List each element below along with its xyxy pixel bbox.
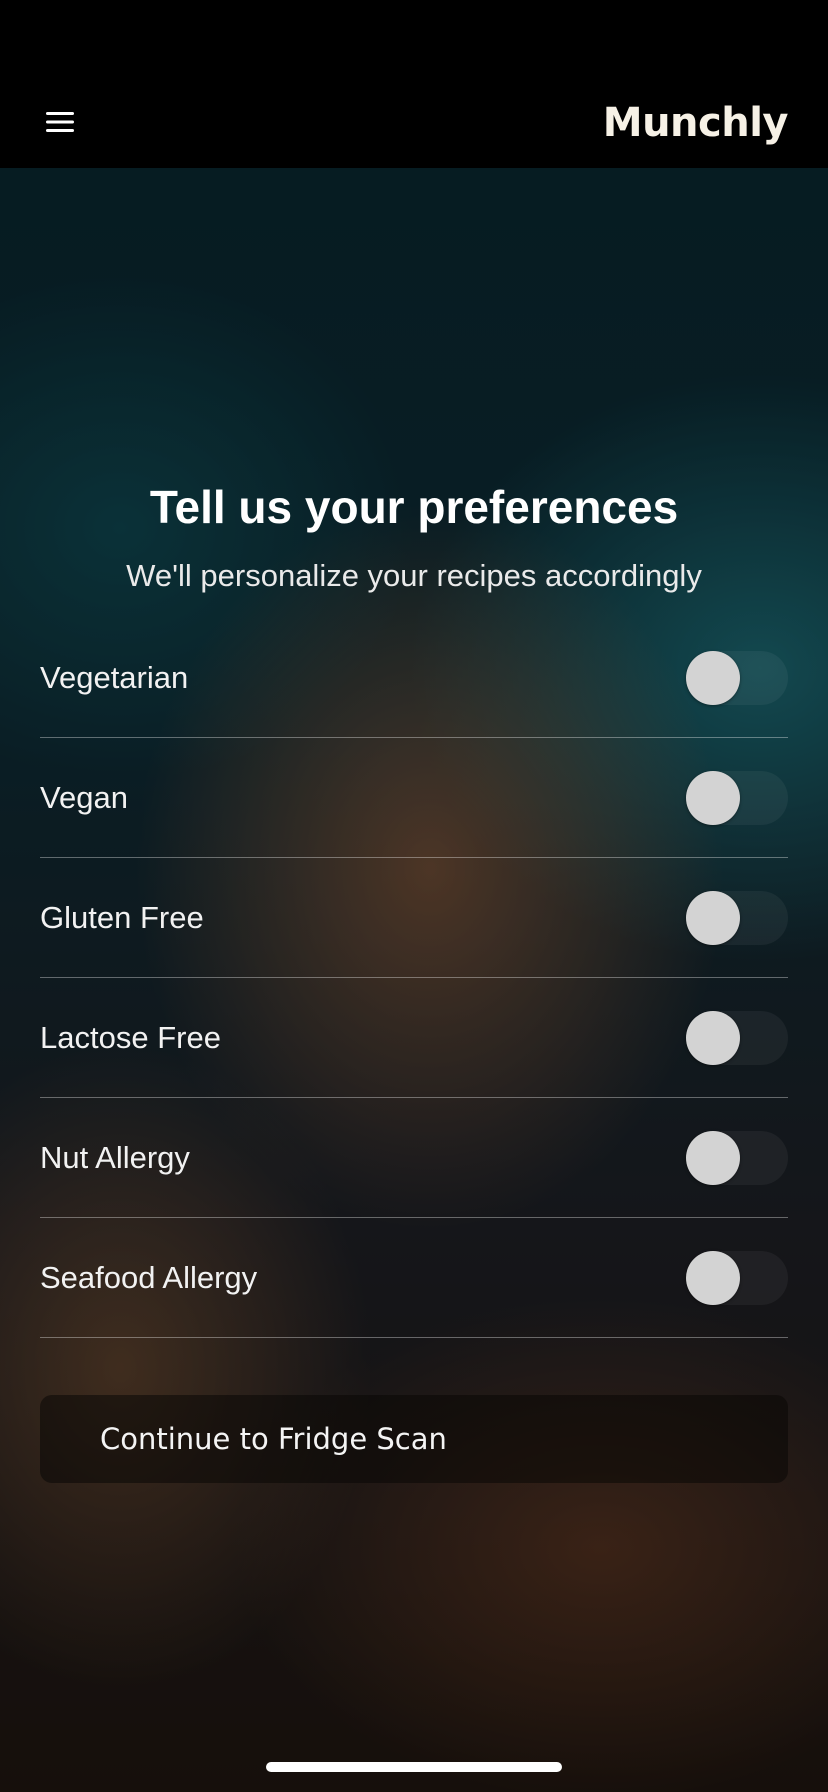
preference-label: Vegetarian: [40, 659, 189, 695]
lactose-free-toggle[interactable]: [686, 1010, 788, 1065]
preference-label: Vegan: [40, 779, 128, 815]
home-indicator[interactable]: [266, 1762, 562, 1772]
page-subtitle: We'll personalize your recipes according…: [126, 558, 702, 593]
preference-row-vegan: Vegan: [40, 738, 788, 858]
preference-row-gluten-free: Gluten Free: [40, 858, 788, 978]
toggle-knob: [686, 1010, 740, 1065]
preference-row-seafood-allergy: Seafood Allergy: [40, 1218, 788, 1338]
preference-row-vegetarian: Vegetarian: [40, 618, 788, 738]
preferences-screen: Tell us your preferences We'll personali…: [0, 168, 828, 1792]
toggle-knob: [686, 890, 740, 945]
menu-button[interactable]: [40, 104, 80, 140]
brand-logo[interactable]: Munchly: [603, 100, 789, 146]
preference-label: Seafood Allergy: [40, 1259, 258, 1295]
preference-list: Vegetarian Vegan Gluten Free Lactose Fre…: [40, 618, 788, 1338]
preference-row-nut-allergy: Nut Allergy: [40, 1098, 788, 1218]
hamburger-menu-icon: [46, 112, 74, 132]
toggle-knob: [686, 1130, 740, 1185]
gluten-free-toggle[interactable]: [686, 890, 788, 945]
nut-allergy-toggle[interactable]: [686, 1130, 788, 1185]
vegetarian-toggle[interactable]: [686, 650, 788, 705]
seafood-allergy-toggle[interactable]: [686, 1250, 788, 1305]
continue-to-fridge-scan-button[interactable]: Continue to Fridge Scan: [40, 1395, 788, 1483]
continue-button-label: Continue to Fridge Scan: [100, 1422, 447, 1456]
page-title: Tell us your preferences: [149, 481, 679, 533]
toggle-knob: [686, 770, 740, 825]
toggle-knob: [686, 1250, 740, 1305]
top-bar: Munchly: [0, 0, 828, 168]
preference-label: Gluten Free: [40, 899, 204, 935]
preference-label: Nut Allergy: [40, 1139, 190, 1175]
toggle-knob: [686, 650, 740, 705]
preference-row-lactose-free: Lactose Free: [40, 978, 788, 1098]
vegan-toggle[interactable]: [686, 770, 788, 825]
preference-label: Lactose Free: [40, 1019, 221, 1055]
